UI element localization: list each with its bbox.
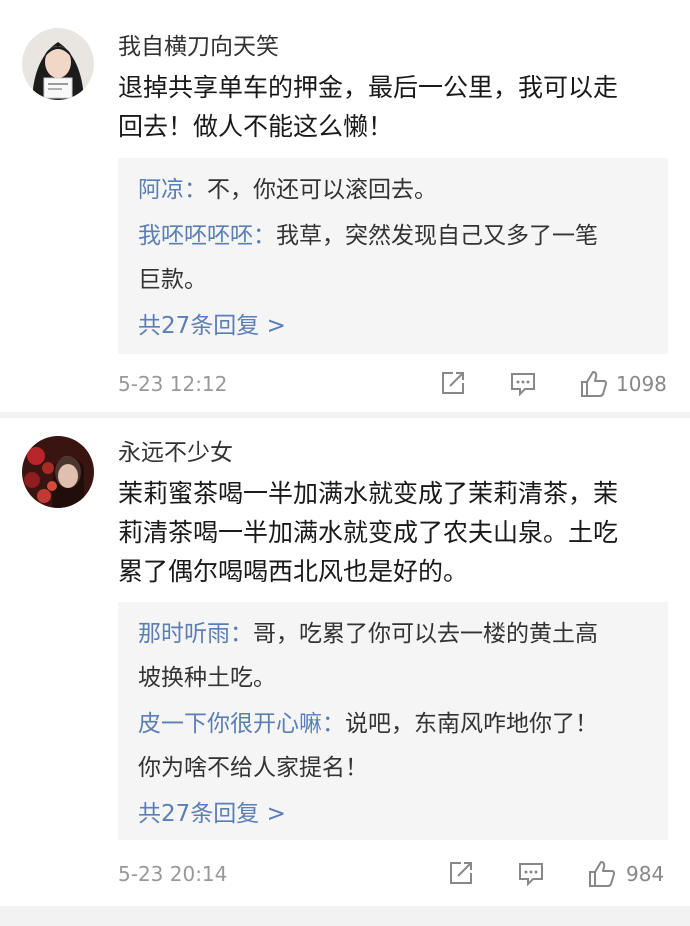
reply-author[interactable]: 阿凉 [138, 177, 184, 203]
reply-author[interactable]: 我呸呸呸呸 [138, 223, 253, 249]
comment-meta: 5-23 12:12 1098 [0, 366, 690, 406]
reply-separator: ： [253, 223, 276, 249]
comment-text-line: 退掉共享单车的押金，最后一公里，我可以走 [118, 73, 619, 102]
reply-item[interactable]: 那时听雨：哥，吃累了你可以去一楼的黄土高 [138, 618, 598, 650]
reply-item[interactable]: 我呸呸呸呸：我草，突然发现自己又多了一笔 [138, 220, 598, 252]
reply-text-continued: 你为啥不给人家提名！ [138, 755, 368, 781]
thumbs-up-icon[interactable] [578, 368, 610, 402]
comment-text-line: 累了偶尔喝喝西北风也是好的。 [118, 557, 469, 586]
reply-separator: ： [230, 621, 253, 647]
reply-separator: ： [184, 177, 207, 203]
username[interactable]: 我自横刀向天笑 [118, 32, 279, 62]
divider [0, 906, 690, 926]
reply-text: 哥，吃累了你可以去一楼的黄土高 [253, 621, 598, 647]
reply-box: 那时听雨：哥，吃累了你可以去一楼的黄土高 坡换种土吃。 皮一下你很开心嘛：说吧，… [118, 602, 668, 840]
comment-text-line: 莉清茶喝一半加满水就变成了农夫山泉。土吃 [118, 518, 619, 547]
comment-text: 退掉共享单车的押金，最后一公里，我可以走 回去！做人不能这么懒！ [118, 68, 678, 146]
like-count: 1098 [616, 372, 667, 396]
reply-text: 不，你还可以滚回去。 [207, 177, 437, 203]
thumbs-up-icon[interactable] [586, 858, 618, 892]
comment-card: 永远不少女 茉莉蜜茶喝一半加满水就变成了茉莉清茶，茉 莉清茶喝一半加满水就变成了… [0, 418, 690, 904]
comment-text-line: 茉莉蜜茶喝一半加满水就变成了茉莉清茶，茉 [118, 479, 619, 508]
reply-item[interactable]: 皮一下你很开心嘛：说吧，东南风咋地你了！ [138, 708, 598, 740]
comment-meta: 5-23 20:14 984 [0, 856, 690, 896]
reply-text: 我草，突然发现自己又多了一笔 [276, 223, 598, 249]
reply-author[interactable]: 那时听雨 [138, 621, 230, 647]
more-replies-link[interactable]: 共27条回复 > [138, 798, 286, 830]
reply-text-continued: 坡换种土吃。 [138, 665, 276, 691]
reply-text-continued: 巨款。 [138, 267, 207, 293]
timestamp: 5-23 12:12 [118, 372, 228, 396]
comment-text: 茉莉蜜茶喝一半加满水就变成了茉莉清茶，茉 莉清茶喝一半加满水就变成了农夫山泉。土… [118, 474, 678, 591]
comment-icon[interactable] [508, 368, 538, 402]
reply-author[interactable]: 皮一下你很开心嘛 [138, 711, 322, 737]
share-icon[interactable] [438, 368, 468, 402]
timestamp: 5-23 20:14 [118, 862, 228, 886]
avatar[interactable] [22, 436, 94, 508]
like-count: 984 [626, 862, 665, 886]
share-icon[interactable] [446, 858, 476, 892]
username[interactable]: 永远不少女 [118, 438, 233, 468]
reply-box: 阿凉：不，你还可以滚回去。 我呸呸呸呸：我草，突然发现自己又多了一笔 巨款。 共… [118, 158, 668, 354]
more-replies-link[interactable]: 共27条回复 > [138, 310, 286, 342]
reply-text: 说吧，东南风咋地你了！ [345, 711, 598, 737]
comment-icon[interactable] [516, 858, 546, 892]
reply-item[interactable]: 阿凉：不，你还可以滚回去。 [138, 174, 437, 206]
avatar[interactable] [22, 28, 94, 100]
comment-text-line: 回去！做人不能这么懒！ [118, 112, 394, 141]
comment-card: 我自横刀向天笑 退掉共享单车的押金，最后一公里，我可以走 回去！做人不能这么懒！… [0, 0, 690, 412]
reply-separator: ： [322, 711, 345, 737]
